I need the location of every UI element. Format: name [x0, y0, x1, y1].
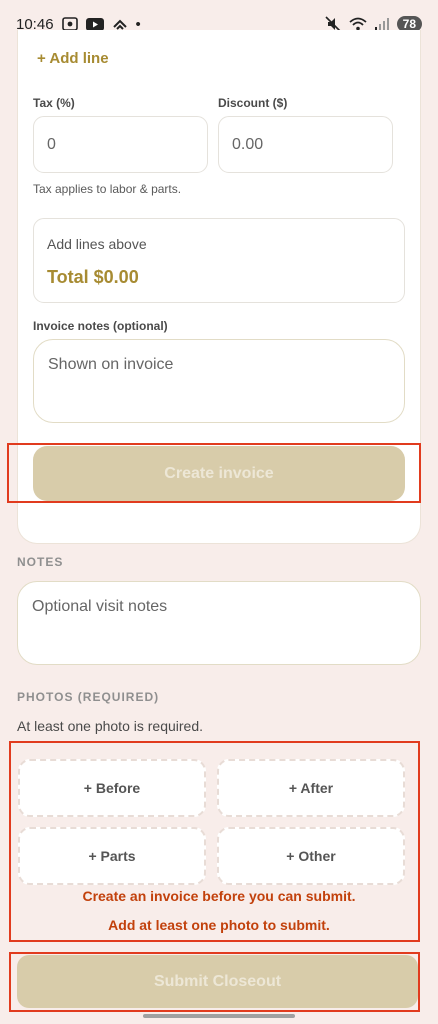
submit-closeout-label: Submit Closeout [153, 972, 282, 990]
photo-before-label: + Before [83, 780, 141, 796]
signal-icon [374, 18, 389, 30]
photos-title: PHOTOS (REQUIRED) [17, 690, 160, 704]
create-invoice-button[interactable]: Create invoice [33, 446, 405, 501]
total-summary: Add lines above Total $0.00 [33, 218, 405, 303]
photo-before-button[interactable]: + Before [18, 759, 206, 817]
wifi-icon [349, 17, 367, 31]
total-amount: Total $0.00 [47, 267, 139, 287]
visit-notes-input[interactable]: Optional visit notes [17, 581, 421, 665]
discount-label: Discount ($) [218, 96, 288, 110]
photo-error-message: Add at least one photo to submit. [108, 917, 330, 933]
home-indicator [143, 1014, 295, 1018]
photos-hint: At least one photo is required. [17, 718, 204, 734]
total-hint: Add lines above [47, 236, 147, 252]
tax-hint: Tax applies to labor & parts. [33, 182, 182, 196]
discount-input-value: 0.00 [232, 135, 264, 153]
photo-parts-label: + Parts [88, 848, 136, 864]
tax-input[interactable]: 0 [33, 116, 208, 173]
cast-icon [112, 18, 128, 30]
create-invoice-label: Create invoice [164, 464, 274, 482]
tax-label: Tax (%) [33, 96, 75, 110]
invoice-notes-label: Invoice notes (optional) [33, 319, 168, 333]
photo-other-label: + Other [286, 848, 336, 864]
notes-title: NOTES [17, 555, 64, 569]
screenshot-icon [61, 17, 78, 31]
photo-other-button[interactable]: + Other [217, 827, 405, 885]
invoice-error-message: Create an invoice before you can submit. [82, 888, 356, 904]
tax-input-value: 0 [47, 135, 56, 153]
photo-after-button[interactable]: + After [217, 759, 405, 817]
photo-parts-button[interactable]: + Parts [18, 827, 206, 885]
visit-notes-placeholder: Optional visit notes [32, 598, 168, 615]
youtube-icon [85, 17, 104, 31]
invoice-notes-placeholder: Shown on invoice [48, 356, 174, 373]
add-line-button[interactable]: + Add line [37, 50, 109, 67]
discount-input[interactable]: 0.00 [218, 116, 393, 173]
submit-closeout-button[interactable]: Submit Closeout [17, 955, 418, 1008]
photo-after-label: + After [288, 780, 334, 796]
invoice-notes-input[interactable]: Shown on invoice [33, 339, 405, 423]
